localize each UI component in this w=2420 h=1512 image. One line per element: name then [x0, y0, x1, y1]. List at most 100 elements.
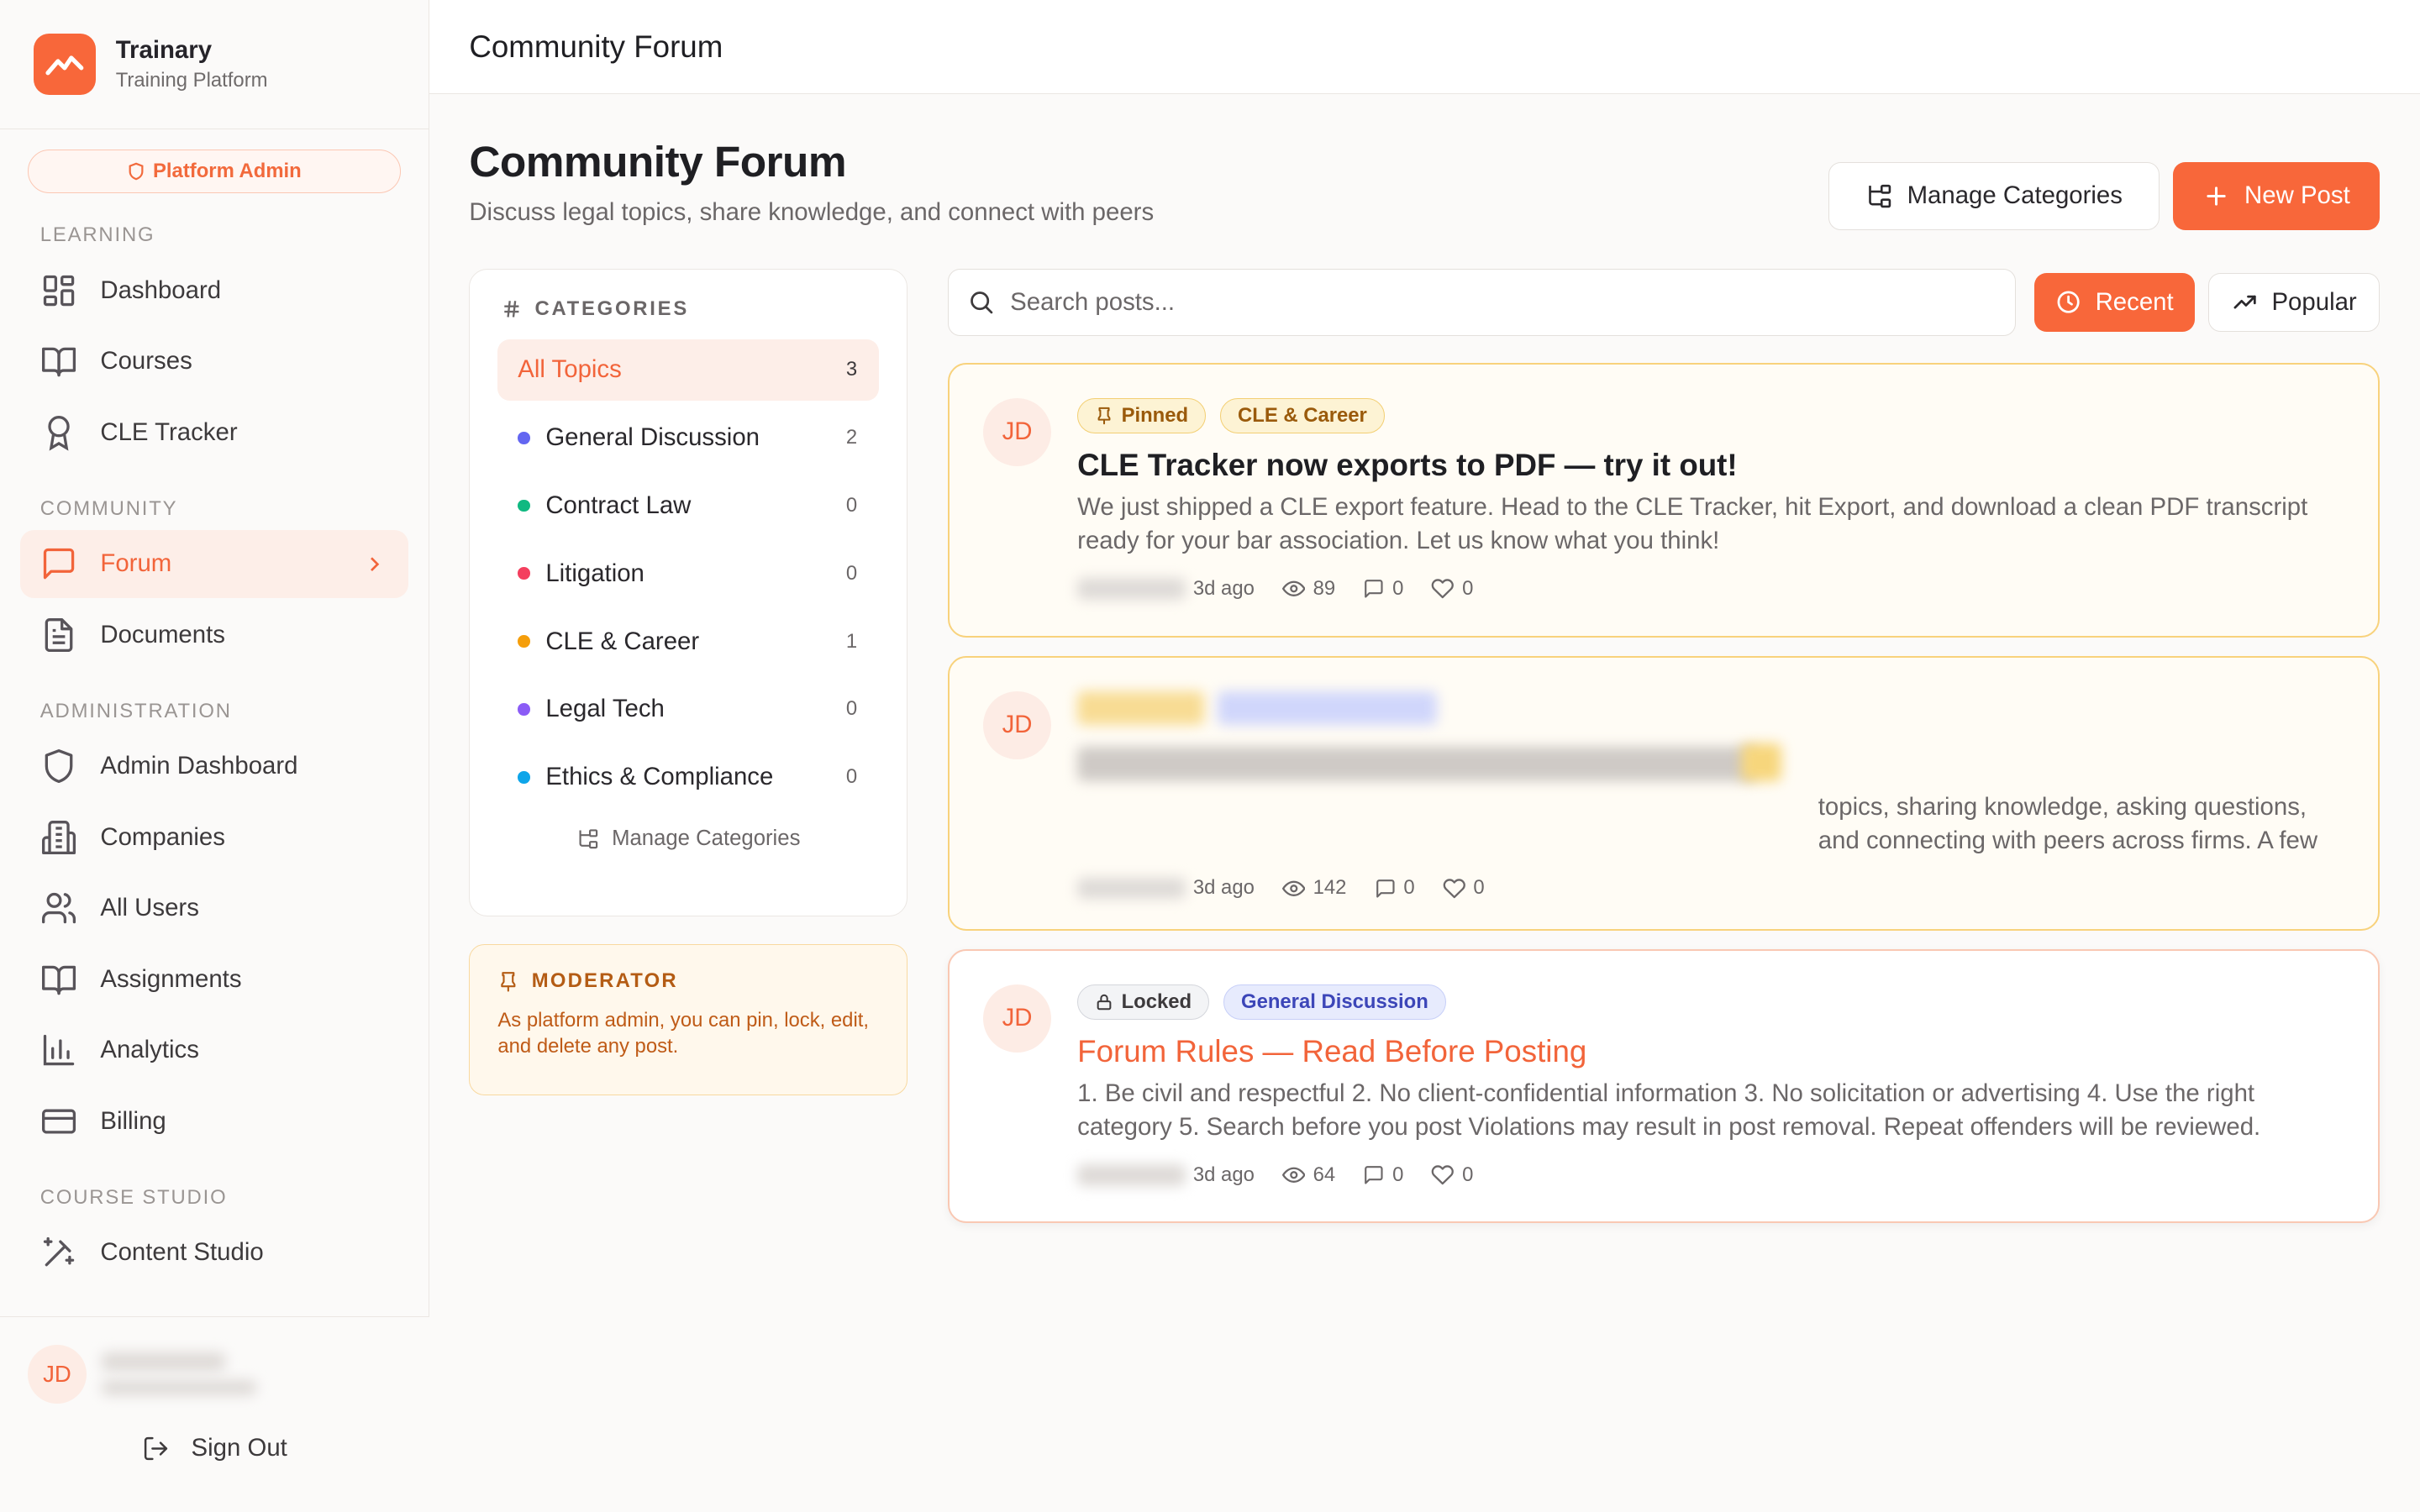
- heart-icon: [1431, 577, 1455, 601]
- sign-out-button[interactable]: Sign Out: [0, 1434, 429, 1462]
- category-count: 0: [845, 765, 858, 789]
- category-label: Contract Law: [545, 491, 692, 519]
- manage-categories-link-label: Manage Categories: [612, 826, 801, 850]
- category-color-dot: [518, 499, 530, 512]
- likes-count[interactable]: 0: [1431, 1163, 1473, 1187]
- post-meta: 3d ago 142 0 0: [1077, 876, 2343, 900]
- sort-recent-button[interactable]: Recent: [2033, 273, 2195, 332]
- emoji-redacted: [1740, 743, 1781, 781]
- nav-item-analytics[interactable]: Analytics: [20, 1016, 408, 1084]
- pinned-badge-label: Pinned: [1121, 404, 1189, 428]
- category-color-dot: [518, 703, 530, 716]
- nav-label: Assignments: [100, 964, 242, 993]
- moderator-panel: MODERATOR As platform admin, you can pin…: [469, 944, 908, 1096]
- nav-item-cle-tracker[interactable]: CLE Tracker: [20, 398, 408, 466]
- nav-section-learning: LEARNING: [39, 223, 155, 247]
- moderator-text: As platform admin, you can pin, lock, ed…: [497, 1008, 869, 1058]
- nav-item-admin-dashboard[interactable]: Admin Dashboard: [20, 732, 408, 801]
- nav-item-forum[interactable]: Forum: [19, 529, 408, 598]
- category-count: 0: [845, 561, 858, 585]
- views-count: 89: [1281, 577, 1335, 601]
- sort-recent-label: Recent: [2095, 287, 2174, 316]
- category-tag[interactable]: General Discussion: [1223, 984, 1446, 1021]
- post-tags: Pinned CLE & Career: [1077, 398, 2343, 435]
- eye-icon: [1281, 1163, 1306, 1187]
- nav-label: All Users: [100, 894, 199, 922]
- manage-categories-link[interactable]: Manage Categories: [470, 827, 907, 851]
- category-tag[interactable]: CLE & Career: [1219, 398, 1386, 434]
- nav-section-course-studio: COURSE STUDIO: [39, 1185, 228, 1209]
- nav-item-dashboard[interactable]: Dashboard: [20, 256, 408, 324]
- category-contract-law[interactable]: Contract Law 0: [497, 475, 879, 536]
- category-ethics-compliance[interactable]: Ethics & Compliance 0: [497, 746, 879, 807]
- post-title[interactable]: Forum Rules — Read Before Posting: [1077, 1034, 2343, 1069]
- nav-item-documents[interactable]: Documents: [20, 601, 408, 669]
- nav-label: Companies: [100, 822, 225, 851]
- building-icon: [40, 819, 77, 856]
- comments-count: 0: [1363, 1163, 1403, 1187]
- post-title[interactable]: CLE Tracker now exports to PDF — try it …: [1077, 448, 2343, 483]
- category-general-discussion[interactable]: General Discussion 2: [497, 407, 879, 468]
- views-count: 142: [1281, 876, 1347, 900]
- category-label: General Discussion: [545, 423, 760, 452]
- eye-icon: [1281, 877, 1306, 900]
- nav-label: CLE Tracker: [100, 417, 238, 446]
- platform-admin-label: Platform Admin: [153, 159, 302, 182]
- category-list: All Topics 3 General Discussion 2 Contra…: [470, 339, 907, 808]
- moderator-header-label: MODERATOR: [531, 969, 678, 993]
- post-card[interactable]: JD Pinned CLE & Career CLE Tracker now e…: [947, 362, 2381, 638]
- sidebar: Trainary Training Platform Platform Admi…: [0, 0, 429, 1512]
- nav-label: Billing: [100, 1106, 166, 1135]
- heart-icon: [1431, 1163, 1455, 1187]
- locked-badge-label: Locked: [1121, 990, 1192, 1014]
- locked-badge: Locked: [1077, 984, 1210, 1021]
- user-info-redacted: [102, 1352, 256, 1396]
- post-age: 3d ago: [1192, 1163, 1255, 1186]
- likes-count[interactable]: 0: [1431, 577, 1473, 601]
- category-count: 1: [845, 629, 858, 653]
- post-body: topics, sharing knowledge, asking questi…: [1077, 691, 2343, 900]
- nav-section-community: COMMUNITY: [39, 496, 178, 520]
- post-title-redacted: [1077, 738, 2343, 787]
- shield-icon: [40, 748, 77, 785]
- author-name-redacted: [1077, 877, 1186, 900]
- views-count: 64: [1281, 1163, 1335, 1187]
- category-label: Legal Tech: [545, 695, 665, 723]
- message-square-icon: [1375, 878, 1397, 900]
- user-name-redacted: [102, 1352, 226, 1371]
- post-card[interactable]: JD topics, sharing knowledge, asking que…: [947, 655, 2381, 931]
- post-body: Pinned CLE & Career CLE Tracker now expo…: [1077, 398, 2343, 601]
- nav-item-companies[interactable]: Companies: [20, 803, 408, 871]
- nav-scroll[interactable]: Platform Admin LEARNING Dashboard Course…: [0, 129, 429, 1317]
- bar-chart-icon: [40, 1032, 77, 1068]
- nav-item-content-studio[interactable]: Content Studio: [20, 1219, 408, 1287]
- nav-item-billing[interactable]: Billing: [20, 1087, 408, 1155]
- nav-item-assignments[interactable]: Assignments: [20, 945, 408, 1013]
- likes-count[interactable]: 0: [1443, 876, 1485, 900]
- post-author-avatar: JD: [983, 691, 1051, 759]
- nav-item-courses[interactable]: Courses: [20, 328, 408, 396]
- category-legal-tech[interactable]: Legal Tech 0: [497, 679, 879, 740]
- user-profile[interactable]: JD: [0, 1317, 429, 1404]
- views-value: 142: [1313, 876, 1347, 900]
- pin-icon: [497, 971, 519, 993]
- brand[interactable]: Trainary Training Platform: [0, 0, 429, 130]
- new-post-button[interactable]: New Post: [2173, 161, 2381, 230]
- category-tag-redacted: [1218, 691, 1438, 726]
- post-excerpt: 1. Be civil and respectful 2. No client-…: [1077, 1079, 2261, 1142]
- title-redacted-block: [1077, 747, 1757, 781]
- eye-icon: [1281, 577, 1306, 601]
- category-cle-career[interactable]: CLE & Career 1: [497, 611, 879, 672]
- search-input[interactable]: [1010, 287, 1937, 317]
- nav-item-all-users[interactable]: All Users: [20, 874, 408, 942]
- post-card[interactable]: JD Locked General Discussion Forum Rules…: [947, 948, 2381, 1224]
- category-litigation[interactable]: Litigation 0: [497, 543, 879, 604]
- sort-popular-button[interactable]: Popular: [2208, 273, 2381, 332]
- author-name-redacted: [1077, 577, 1186, 600]
- folder-tree-icon: [1865, 182, 1893, 210]
- category-all-topics[interactable]: All Topics 3: [497, 339, 879, 402]
- manage-categories-button[interactable]: Manage Categories: [1828, 161, 2160, 230]
- search-icon: [967, 288, 995, 316]
- comments-count: 0: [1375, 876, 1415, 900]
- search-box[interactable]: [947, 268, 2016, 337]
